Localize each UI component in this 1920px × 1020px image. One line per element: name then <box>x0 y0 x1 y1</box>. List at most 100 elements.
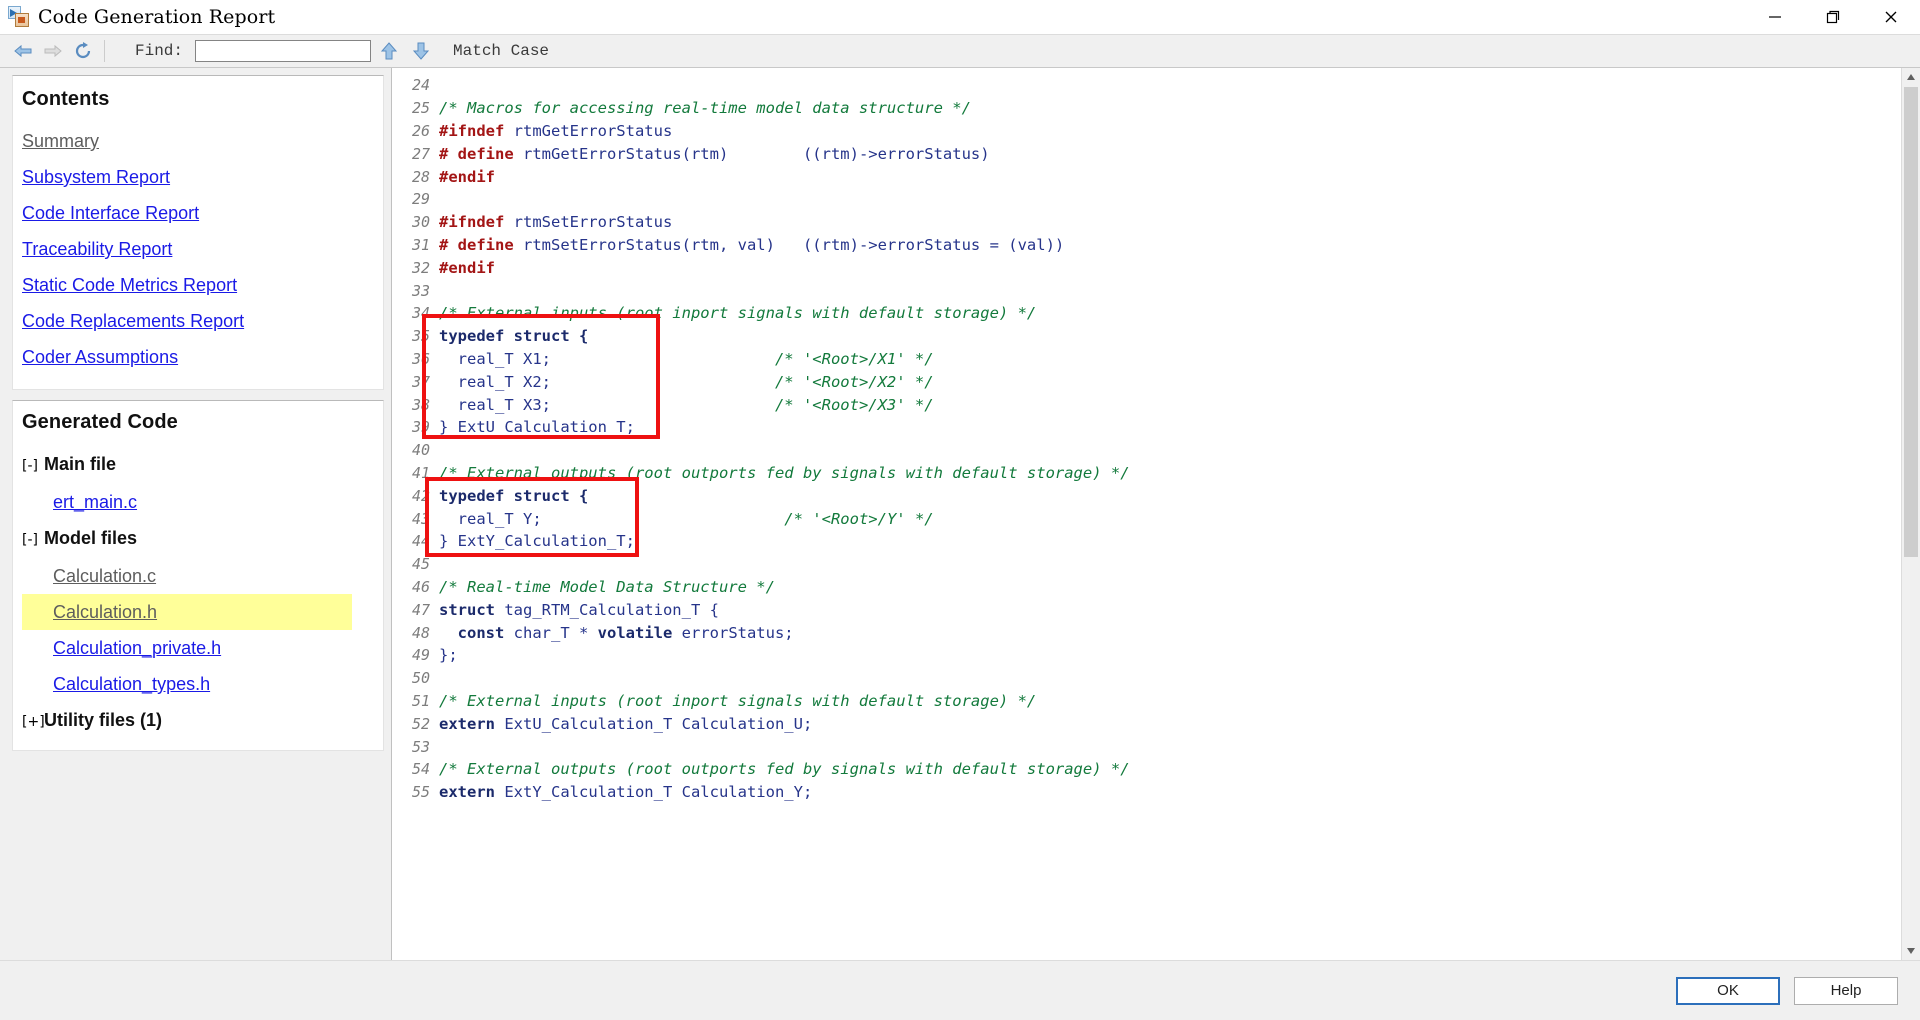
generated-code-panel: Generated Code [-] Main file ert_main.c … <box>12 400 384 751</box>
help-button[interactable]: Help <box>1794 976 1898 1005</box>
tree-group-model-files[interactable]: [-] Model files <box>13 520 383 558</box>
sidebar-link-coder-assumptions[interactable]: Coder Assumptions <box>13 339 383 375</box>
line-number: 49 <box>411 646 430 665</box>
code-text: /* Real-time Model Data Structure */ <box>439 577 775 596</box>
sidebar-link-traceability-report[interactable]: Traceability Report <box>13 231 383 267</box>
line-number: 42 <box>411 486 430 505</box>
find-label: Find: <box>135 42 184 60</box>
code-line: 38 real_T X3; /* '<Root>/X3' */ <box>392 393 1901 416</box>
code-line: 39} ExtU_Calculation_T; <box>392 416 1901 439</box>
sidebar-file-calculation-h[interactable]: Calculation.h <box>22 594 352 630</box>
tree-group-label: Utility files (1) <box>44 710 163 730</box>
sidebar-file-calculation-types-h[interactable]: Calculation_types.h <box>13 666 383 702</box>
code-line: 31 # define rtmSetErrorStatus(rtm, val) (… <box>392 234 1901 257</box>
tree-group-main-file[interactable]: [-] Main file <box>13 446 383 484</box>
find-input[interactable] <box>195 40 372 62</box>
code-text: /* External inputs (root inport signals … <box>439 691 1037 710</box>
find-previous-icon[interactable] <box>375 37 403 65</box>
code-text: typedef struct { <box>439 327 589 346</box>
line-number: 45 <box>411 555 430 574</box>
code-listing[interactable]: 24 25 /* Macros for accessing real-time mo… <box>392 68 1901 960</box>
toolbar-divider <box>104 40 105 62</box>
collapse-toggle-icon[interactable]: [-] <box>22 448 44 484</box>
close-icon[interactable] <box>1862 0 1920 34</box>
vertical-scrollbar[interactable] <box>1901 68 1920 960</box>
scroll-up-icon[interactable] <box>1902 68 1920 86</box>
sidebar-file-ert-main-c[interactable]: ert_main.c <box>13 484 383 520</box>
code-line: 51 /* External inputs (root inport signal… <box>392 690 1901 713</box>
line-number: 51 <box>411 691 430 710</box>
ok-button[interactable]: OK <box>1676 976 1780 1005</box>
code-text: extern ExtY_Calculation_T Calculation_Y; <box>439 783 813 802</box>
find-next-icon[interactable] <box>407 37 435 65</box>
line-number: 40 <box>411 441 430 460</box>
line-number: 39 <box>411 418 430 437</box>
sidebar-link-subsystem-report[interactable]: Subsystem Report <box>13 159 383 195</box>
collapse-toggle-icon[interactable]: [-] <box>22 522 44 558</box>
line-number: 32 <box>411 258 430 277</box>
code-text: /* External outputs (root outports fed b… <box>439 463 1130 482</box>
code-line: 26 #ifndef rtmGetErrorStatus <box>392 120 1901 143</box>
code-text: const char_T * volatile errorStatus; <box>439 623 794 642</box>
line-number: 41 <box>411 463 430 482</box>
code-text: }; <box>439 646 458 665</box>
scroll-down-icon[interactable] <box>1902 942 1920 960</box>
sidebar-link-summary[interactable]: Summary <box>13 123 383 159</box>
line-number: 37 <box>411 372 430 391</box>
window-title: Code Generation Report <box>38 6 276 28</box>
code-text: # define rtmGetErrorStatus(rtm) ((rtm)->… <box>439 144 990 163</box>
refresh-icon[interactable] <box>68 37 98 65</box>
line-number: 55 <box>411 783 430 802</box>
sidebar-link-static-code-metrics-report[interactable]: Static Code Metrics Report <box>13 267 383 303</box>
line-number: 27 <box>411 144 430 163</box>
code-line: 35 typedef struct { <box>392 325 1901 348</box>
forward-arrow-icon[interactable] <box>38 37 68 65</box>
code-generation-report-window: Code Generation Report Find: Match Case … <box>0 0 1920 1020</box>
line-number: 31 <box>411 235 430 254</box>
code-text: #endif <box>439 258 495 277</box>
window-controls <box>1746 0 1920 34</box>
contents-title: Contents <box>22 88 110 110</box>
minimize-icon[interactable] <box>1746 0 1804 34</box>
code-line: 42 typedef struct { <box>392 484 1901 507</box>
line-number: 38 <box>411 395 430 414</box>
code-line: 37 real_T X2; /* '<Root>/X2' */ <box>392 370 1901 393</box>
code-text: typedef struct { <box>439 486 589 505</box>
code-viewer: 24 25 /* Macros for accessing real-time mo… <box>391 68 1920 960</box>
code-text: extern ExtU_Calculation_T Calculation_U; <box>439 714 813 733</box>
code-text: #ifndef rtmGetErrorStatus <box>439 121 673 140</box>
code-line: 36 real_T X1; /* '<Root>/X1' */ <box>392 348 1901 371</box>
line-number: 24 <box>411 76 430 95</box>
code-line: 45 <box>392 553 1901 576</box>
line-number: 36 <box>411 349 430 368</box>
scrollbar-thumb[interactable] <box>1904 87 1918 557</box>
code-text: struct tag_RTM_Calculation_T { <box>439 600 719 619</box>
expand-toggle-icon[interactable]: [+] <box>22 704 45 740</box>
restore-icon[interactable] <box>1804 0 1862 34</box>
sidebar-link-code-replacements-report[interactable]: Code Replacements Report <box>13 303 383 339</box>
sidebar-file-calculation-private-h[interactable]: Calculation_private.h <box>13 630 383 666</box>
code-line: 28 #endif <box>392 165 1901 188</box>
code-line: 49}; <box>392 644 1901 667</box>
code-line: 54 /* External outputs (root outports fed… <box>392 758 1901 781</box>
code-line: 52 extern ExtU_Calculation_T Calculation_… <box>392 712 1901 735</box>
title-bar: Code Generation Report <box>0 0 1920 34</box>
line-number: 29 <box>411 190 430 209</box>
sidebar-file-calculation-c[interactable]: Calculation.c <box>13 558 383 594</box>
code-text: # define rtmSetErrorStatus(rtm, val) ((r… <box>439 235 1065 254</box>
match-case-label[interactable]: Match Case <box>453 42 549 60</box>
line-number: 52 <box>411 714 430 733</box>
code-text: #endif <box>439 167 495 186</box>
line-number: 25 <box>411 99 430 118</box>
sidebar: Contents Summary Subsystem Report Code I… <box>0 68 391 960</box>
generated-code-title: Generated Code <box>22 411 178 433</box>
back-arrow-icon[interactable] <box>8 37 38 65</box>
panel-divider <box>12 390 384 400</box>
sidebar-link-code-interface-report[interactable]: Code Interface Report <box>13 195 383 231</box>
tree-group-label: Model files <box>44 528 138 548</box>
line-number: 28 <box>411 167 430 186</box>
code-text: /* External inputs (root inport signals … <box>439 304 1037 323</box>
tree-group-utility-files[interactable]: [+] Utility files (1) <box>13 702 383 740</box>
line-number: 53 <box>411 737 430 756</box>
code-line: 32 #endif <box>392 256 1901 279</box>
